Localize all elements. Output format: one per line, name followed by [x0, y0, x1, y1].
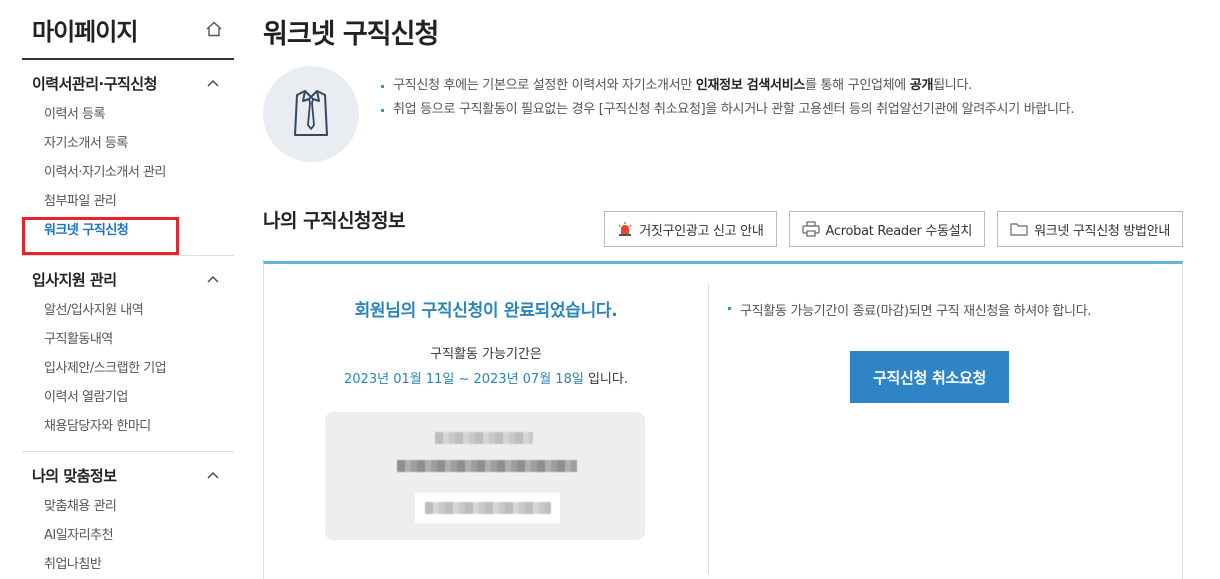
sidebar: 마이페이지 이력서관리·구직신청 이력서 등록 자기소개서 등록 이력서·자기소…: [22, 0, 234, 579]
button-label: Acrobat Reader 수동설치: [825, 223, 973, 239]
page-title: 워크넷 구직신청: [263, 19, 439, 50]
sidebar-item-attachment-manage[interactable]: 첨부파일 관리: [22, 187, 234, 216]
sidebar-item-worknet-apply[interactable]: 워크넷 구직신청: [22, 216, 234, 255]
acrobat-install-button[interactable]: Acrobat Reader 수동설치: [788, 211, 986, 247]
sidebar-group-resume: 이력서관리·구직신청 이력서 등록 자기소개서 등록 이력서·자기소개서 관리 …: [22, 60, 234, 256]
siren-icon: [617, 222, 633, 236]
highlight-box: [22, 217, 179, 255]
apply-info-panel: 회원님의 구직신청이 완료되었습니다. 구직활동 가능기간은 2023년 01월…: [263, 261, 1183, 579]
sidebar-group-header[interactable]: 입사지원 관리: [22, 268, 234, 290]
apply-guide-button[interactable]: 워크넷 구직신청 방법안내: [997, 211, 1183, 247]
period-label: 구직활동 가능기간은: [430, 347, 542, 362]
shirt-icon: [263, 66, 359, 162]
sidebar-item-custom-jobs[interactable]: 맞춤채용 관리: [22, 492, 234, 521]
chevron-up-icon: [206, 76, 220, 90]
sidebar-group-application: 입사지원 관리 알선/입사지원 내역 구직활동내역 입사제안/스크랩한 기업 이…: [22, 256, 234, 452]
folder-icon: [1010, 222, 1028, 236]
sidebar-item-cover-letter-register[interactable]: 자기소개서 등록: [22, 129, 234, 158]
period-range: 2023년 01월 11일 ~ 2023년 07월 18일: [344, 372, 584, 387]
sidebar-item-resume-register[interactable]: 이력서 등록: [22, 100, 234, 129]
intro-list: 구직신청 후에는 기본으로 설정한 이력서와 자기소개서만 인재정보 검색서비스…: [381, 76, 1181, 124]
sidebar-item-resume-viewers[interactable]: 이력서 열람기업: [22, 383, 234, 412]
blurred-text: [435, 432, 533, 444]
sidebar-group-title: 이력서관리·구직신청: [32, 74, 157, 93]
sidebar-header: 마이페이지: [22, 0, 234, 60]
sidebar-item-ai-recommend[interactable]: AI일자리추천: [22, 521, 234, 550]
sidebar-item-offers-scrap[interactable]: 입사제안/스크랩한 기업: [22, 354, 234, 383]
home-icon[interactable]: [204, 19, 224, 39]
sidebar-item-referral-history[interactable]: 알선/입사지원 내역: [22, 296, 234, 325]
sidebar-group-header[interactable]: 이력서관리·구직신청: [22, 72, 234, 94]
blurred-text: [425, 502, 551, 514]
action-buttons: 거짓구인광고 신고 안내 Acrobat Reader 수동설치 워크넷 구직신…: [604, 211, 1183, 247]
chevron-up-icon: [206, 468, 220, 482]
sidebar-item-career-compass[interactable]: 취업나침반: [22, 550, 234, 579]
sidebar-group-custom: 나의 맞춤정보 맞춤채용 관리 AI일자리추천 취업나침반: [22, 452, 234, 579]
chevron-up-icon: [206, 272, 220, 286]
printer-icon: [801, 221, 820, 237]
cancel-apply-button[interactable]: 구직신청 취소요청: [850, 351, 1009, 403]
fake-ad-report-button[interactable]: 거짓구인광고 신고 안내: [604, 211, 777, 247]
sidebar-group-title: 입사지원 관리: [32, 270, 117, 289]
sidebar-item-recruiter-message[interactable]: 채용담당자와 한마디: [22, 412, 234, 441]
sidebar-item-job-activity[interactable]: 구직활동내역: [22, 325, 234, 354]
sidebar-item-resume-manage[interactable]: 이력서·자기소개서 관리: [22, 158, 234, 187]
period-suffix: 입니다.: [583, 372, 628, 387]
button-label: 워크넷 구직신청 방법안내: [1034, 223, 1170, 239]
sidebar-group-header[interactable]: 나의 맞춤정보: [22, 464, 234, 486]
button-label: 거짓구인광고 신고 안내: [639, 223, 764, 239]
section-title: 나의 구직신청정보: [263, 210, 405, 232]
intro-item: 구직신청 후에는 기본으로 설정한 이력서와 자기소개서만 인재정보 검색서비스…: [381, 76, 1181, 96]
done-message: 회원님의 구직신청이 완료되었습니다.: [354, 301, 618, 321]
period-line: 2023년 01월 11일 ~ 2023년 07월 18일 입니다.: [264, 368, 708, 387]
blurred-text: [397, 460, 577, 472]
sidebar-group-title: 나의 맞춤정보: [32, 466, 117, 485]
blurred-info-card: [325, 412, 645, 540]
sidebar-title: 마이페이지: [32, 17, 138, 46]
reapply-notice: 구직활동 가능기간이 종료(마감)되면 구직 재신청을 하셔야 합니다.: [728, 300, 1168, 319]
panel-divider: [708, 284, 709, 574]
status-pane: 회원님의 구직신청이 완료되었습니다. 구직활동 가능기간은 2023년 01월…: [264, 264, 708, 540]
intro-item: 취업 등으로 구직활동이 필요없는 경우 [구직신청 취소요청]을 하시거나 관…: [381, 100, 1181, 120]
notice-pane: 구직활동 가능기간이 종료(마감)되면 구직 재신청을 하셔야 합니다. 구직신…: [728, 300, 1168, 403]
